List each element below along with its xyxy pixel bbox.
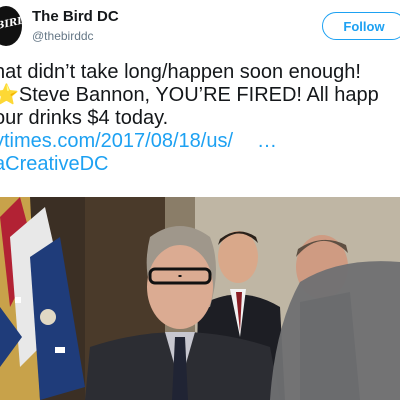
tweet-header: BIRD The Bird DC @thebirddc Follow <box>0 0 400 56</box>
photo-illustration <box>0 197 400 400</box>
tweet-photo[interactable] <box>0 197 400 400</box>
tweet-line-1: hat didn’t take long/happen soon enough! <box>0 61 361 83</box>
follow-button[interactable]: Follow <box>322 12 400 40</box>
article-link[interactable]: ytimes.com/2017/08/18/us/ <box>0 130 233 152</box>
star-emoji-icon: ⭐ <box>0 84 19 106</box>
hashtag-link[interactable]: aCreativeDC <box>0 153 108 175</box>
account-handle[interactable]: @thebirddc <box>32 29 94 43</box>
avatar-logo: BIRD <box>0 14 22 33</box>
avatar[interactable]: BIRD <box>0 6 22 46</box>
tweet-line-2: ⭐Steve Bannon, YOU’RE FIRED! All happ <box>0 84 400 107</box>
tweet-line-3: our drinks $4 today. <box>0 107 169 129</box>
tweet-hashtag-line: aCreativeDC <box>0 153 400 176</box>
tweet-text: hat didn’t take long/happen soon enough!… <box>0 61 400 176</box>
tweet-link-line: ytimes.com/2017/08/18/us/ … <box>0 130 400 153</box>
link-ellipsis[interactable]: … <box>257 130 277 152</box>
tweet-line-2-text: Steve Bannon, YOU’RE FIRED! All happ <box>18 84 379 106</box>
display-name[interactable]: The Bird DC <box>32 8 119 25</box>
